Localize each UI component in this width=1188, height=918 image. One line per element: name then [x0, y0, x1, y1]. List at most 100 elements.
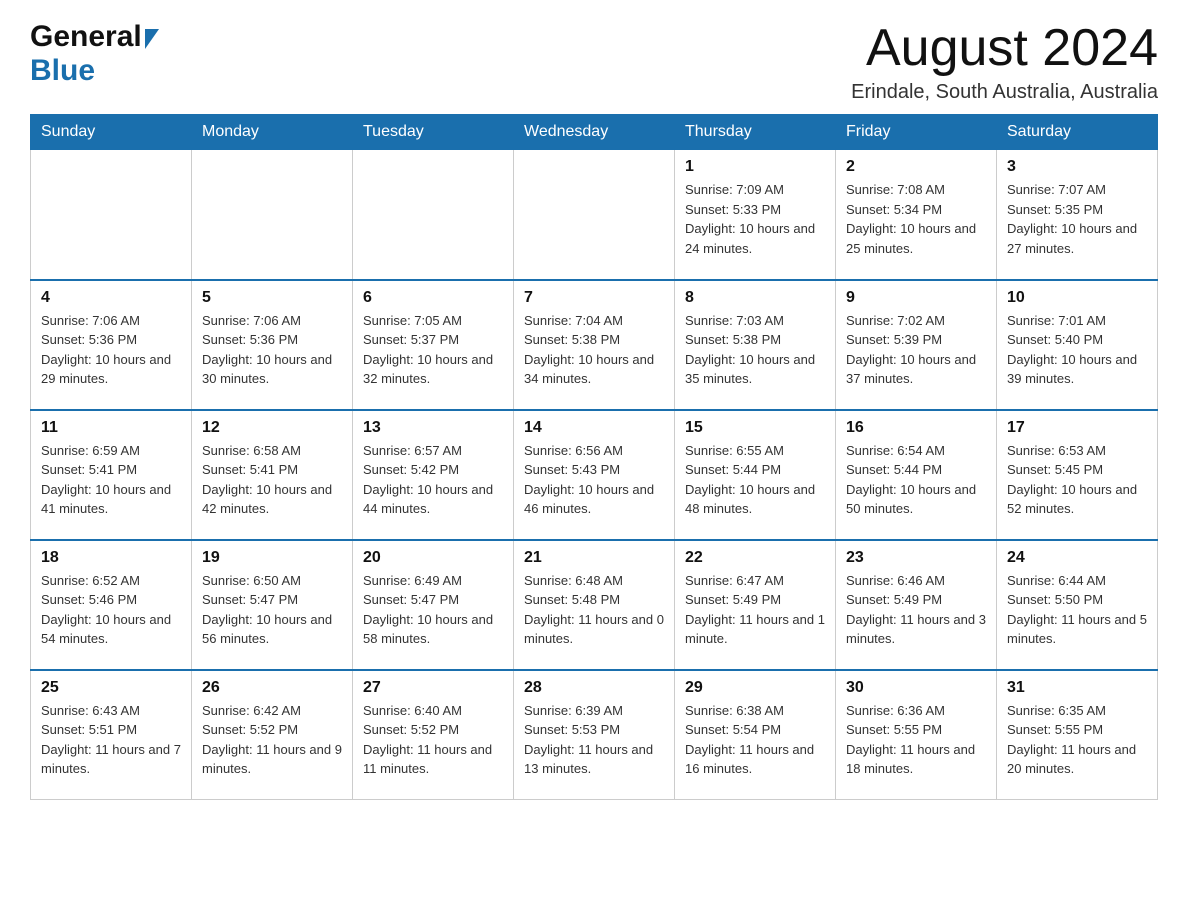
- day-info: Sunrise: 7:01 AMSunset: 5:40 PMDaylight:…: [1007, 311, 1147, 389]
- day-info: Sunrise: 6:43 AMSunset: 5:51 PMDaylight:…: [41, 701, 181, 779]
- day-number: 1: [685, 158, 825, 176]
- calendar-cell: 29 Sunrise: 6:38 AMSunset: 5:54 PMDayligh…: [675, 670, 836, 800]
- day-number: 5: [202, 289, 342, 307]
- day-info: Sunrise: 6:38 AMSunset: 5:54 PMDaylight:…: [685, 701, 825, 779]
- day-number: 26: [202, 679, 342, 697]
- calendar-cell: 30Sunrise: 6:36 AMSunset: 5:55 PMDayligh…: [836, 670, 997, 800]
- day-number: 9: [846, 289, 986, 307]
- day-info: Sunrise: 6:40 AMSunset: 5:52 PMDaylight:…: [363, 701, 503, 779]
- calendar-header-thursday: Thursday: [675, 115, 836, 150]
- day-info: Sunrise: 6:54 AMSunset: 5:44 PMDaylight:…: [846, 441, 986, 519]
- calendar-cell: [353, 150, 514, 280]
- day-number: 20: [363, 549, 503, 567]
- calendar-cell: 1 Sunrise: 7:09 AMSunset: 5:33 PMDaylight…: [675, 150, 836, 280]
- calendar-week-4: 18 Sunrise: 6:52 AMSunset: 5:46 PMDayligh…: [31, 540, 1158, 670]
- day-number: 17: [1007, 419, 1147, 437]
- day-info: Sunrise: 7:09 AMSunset: 5:33 PMDaylight:…: [685, 180, 825, 258]
- calendar-cell: 2Sunrise: 7:08 AMSunset: 5:34 PMDaylight…: [836, 150, 997, 280]
- day-info: Sunrise: 6:39 AMSunset: 5:53 PMDaylight:…: [524, 701, 664, 779]
- logo-arrow-icon: [145, 29, 159, 49]
- logo-general: General: [30, 20, 142, 54]
- calendar-cell: 21 Sunrise: 6:48 AMSunset: 5:48 PMDayligh…: [514, 540, 675, 670]
- logo: General Blue: [30, 20, 159, 88]
- calendar-cell: 15 Sunrise: 6:55 AMSunset: 5:44 PMDayligh…: [675, 410, 836, 540]
- day-number: 16: [846, 419, 986, 437]
- calendar-cell: [514, 150, 675, 280]
- calendar-cell: 11 Sunrise: 6:59 AMSunset: 5:41 PMDayligh…: [31, 410, 192, 540]
- calendar-cell: 4 Sunrise: 7:06 AMSunset: 5:36 PMDaylight…: [31, 280, 192, 410]
- day-number: 22: [685, 549, 825, 567]
- day-number: 24: [1007, 549, 1147, 567]
- day-number: 7: [524, 289, 664, 307]
- calendar-cell: 7 Sunrise: 7:04 AMSunset: 5:38 PMDaylight…: [514, 280, 675, 410]
- day-number: 3: [1007, 158, 1147, 176]
- calendar-cell: 20 Sunrise: 6:49 AMSunset: 5:47 PMDayligh…: [353, 540, 514, 670]
- calendar-cell: 12 Sunrise: 6:58 AMSunset: 5:41 PMDayligh…: [192, 410, 353, 540]
- day-info: Sunrise: 6:47 AMSunset: 5:49 PMDaylight:…: [685, 571, 825, 649]
- calendar-cell: 24Sunrise: 6:44 AMSunset: 5:50 PMDayligh…: [997, 540, 1158, 670]
- day-info: Sunrise: 6:36 AMSunset: 5:55 PMDaylight:…: [846, 701, 986, 779]
- day-info: Sunrise: 6:50 AMSunset: 5:47 PMDaylight:…: [202, 571, 342, 649]
- day-number: 11: [41, 419, 181, 437]
- calendar-cell: 6 Sunrise: 7:05 AMSunset: 5:37 PMDaylight…: [353, 280, 514, 410]
- calendar-cell: 14 Sunrise: 6:56 AMSunset: 5:43 PMDayligh…: [514, 410, 675, 540]
- calendar-header-row: SundayMondayTuesdayWednesdayThursdayFrid…: [31, 115, 1158, 150]
- calendar-cell: 13 Sunrise: 6:57 AMSunset: 5:42 PMDayligh…: [353, 410, 514, 540]
- day-info: Sunrise: 6:57 AMSunset: 5:42 PMDaylight:…: [363, 441, 503, 519]
- calendar-header-saturday: Saturday: [997, 115, 1158, 150]
- calendar-week-1: 1 Sunrise: 7:09 AMSunset: 5:33 PMDaylight…: [31, 150, 1158, 280]
- day-info: Sunrise: 7:03 AMSunset: 5:38 PMDaylight:…: [685, 311, 825, 389]
- day-info: Sunrise: 6:46 AMSunset: 5:49 PMDaylight:…: [846, 571, 986, 649]
- month-title: August 2024: [851, 20, 1158, 77]
- day-info: Sunrise: 6:58 AMSunset: 5:41 PMDaylight:…: [202, 441, 342, 519]
- day-number: 18: [41, 549, 181, 567]
- calendar-cell: 23Sunrise: 6:46 AMSunset: 5:49 PMDayligh…: [836, 540, 997, 670]
- day-info: Sunrise: 6:42 AMSunset: 5:52 PMDaylight:…: [202, 701, 342, 779]
- calendar-cell: 3Sunrise: 7:07 AMSunset: 5:35 PMDaylight…: [997, 150, 1158, 280]
- calendar-cell: [192, 150, 353, 280]
- day-info: Sunrise: 6:59 AMSunset: 5:41 PMDaylight:…: [41, 441, 181, 519]
- day-number: 15: [685, 419, 825, 437]
- day-info: Sunrise: 6:55 AMSunset: 5:44 PMDaylight:…: [685, 441, 825, 519]
- calendar-cell: 27 Sunrise: 6:40 AMSunset: 5:52 PMDayligh…: [353, 670, 514, 800]
- day-number: 13: [363, 419, 503, 437]
- day-info: Sunrise: 6:56 AMSunset: 5:43 PMDaylight:…: [524, 441, 664, 519]
- calendar-cell: 17Sunrise: 6:53 AMSunset: 5:45 PMDayligh…: [997, 410, 1158, 540]
- day-info: Sunrise: 7:06 AMSunset: 5:36 PMDaylight:…: [202, 311, 342, 389]
- day-info: Sunrise: 6:52 AMSunset: 5:46 PMDaylight:…: [41, 571, 181, 649]
- calendar-cell: 28 Sunrise: 6:39 AMSunset: 5:53 PMDayligh…: [514, 670, 675, 800]
- calendar-table: SundayMondayTuesdayWednesdayThursdayFrid…: [30, 114, 1158, 800]
- calendar-week-3: 11 Sunrise: 6:59 AMSunset: 5:41 PMDayligh…: [31, 410, 1158, 540]
- calendar-cell: 25Sunrise: 6:43 AMSunset: 5:51 PMDayligh…: [31, 670, 192, 800]
- calendar-cell: 18 Sunrise: 6:52 AMSunset: 5:46 PMDayligh…: [31, 540, 192, 670]
- day-number: 31: [1007, 679, 1147, 697]
- calendar-cell: 10 Sunrise: 7:01 AMSunset: 5:40 PMDayligh…: [997, 280, 1158, 410]
- day-info: Sunrise: 6:48 AMSunset: 5:48 PMDaylight:…: [524, 571, 664, 649]
- calendar-cell: 9 Sunrise: 7:02 AMSunset: 5:39 PMDaylight…: [836, 280, 997, 410]
- calendar-cell: 16 Sunrise: 6:54 AMSunset: 5:44 PMDayligh…: [836, 410, 997, 540]
- calendar-header-monday: Monday: [192, 115, 353, 150]
- day-number: 6: [363, 289, 503, 307]
- calendar-cell: 5 Sunrise: 7:06 AMSunset: 5:36 PMDaylight…: [192, 280, 353, 410]
- calendar-cell: 8Sunrise: 7:03 AMSunset: 5:38 PMDaylight…: [675, 280, 836, 410]
- day-info: Sunrise: 7:02 AMSunset: 5:39 PMDaylight:…: [846, 311, 986, 389]
- day-number: 29: [685, 679, 825, 697]
- calendar-cell: [31, 150, 192, 280]
- calendar-cell: 26 Sunrise: 6:42 AMSunset: 5:52 PMDayligh…: [192, 670, 353, 800]
- day-number: 4: [41, 289, 181, 307]
- calendar-header-tuesday: Tuesday: [353, 115, 514, 150]
- calendar-header-sunday: Sunday: [31, 115, 192, 150]
- day-info: Sunrise: 7:04 AMSunset: 5:38 PMDaylight:…: [524, 311, 664, 389]
- day-info: Sunrise: 6:49 AMSunset: 5:47 PMDaylight:…: [363, 571, 503, 649]
- day-number: 10: [1007, 289, 1147, 307]
- day-number: 28: [524, 679, 664, 697]
- day-info: Sunrise: 7:06 AMSunset: 5:36 PMDaylight:…: [41, 311, 181, 389]
- page-header: General Blue August 2024 Erindale, South…: [30, 20, 1158, 104]
- day-number: 14: [524, 419, 664, 437]
- day-number: 27: [363, 679, 503, 697]
- day-number: 21: [524, 549, 664, 567]
- calendar-cell: 19Sunrise: 6:50 AMSunset: 5:47 PMDayligh…: [192, 540, 353, 670]
- day-info: Sunrise: 7:05 AMSunset: 5:37 PMDaylight:…: [363, 311, 503, 389]
- day-number: 12: [202, 419, 342, 437]
- logo-blue-text: Blue: [30, 54, 95, 87]
